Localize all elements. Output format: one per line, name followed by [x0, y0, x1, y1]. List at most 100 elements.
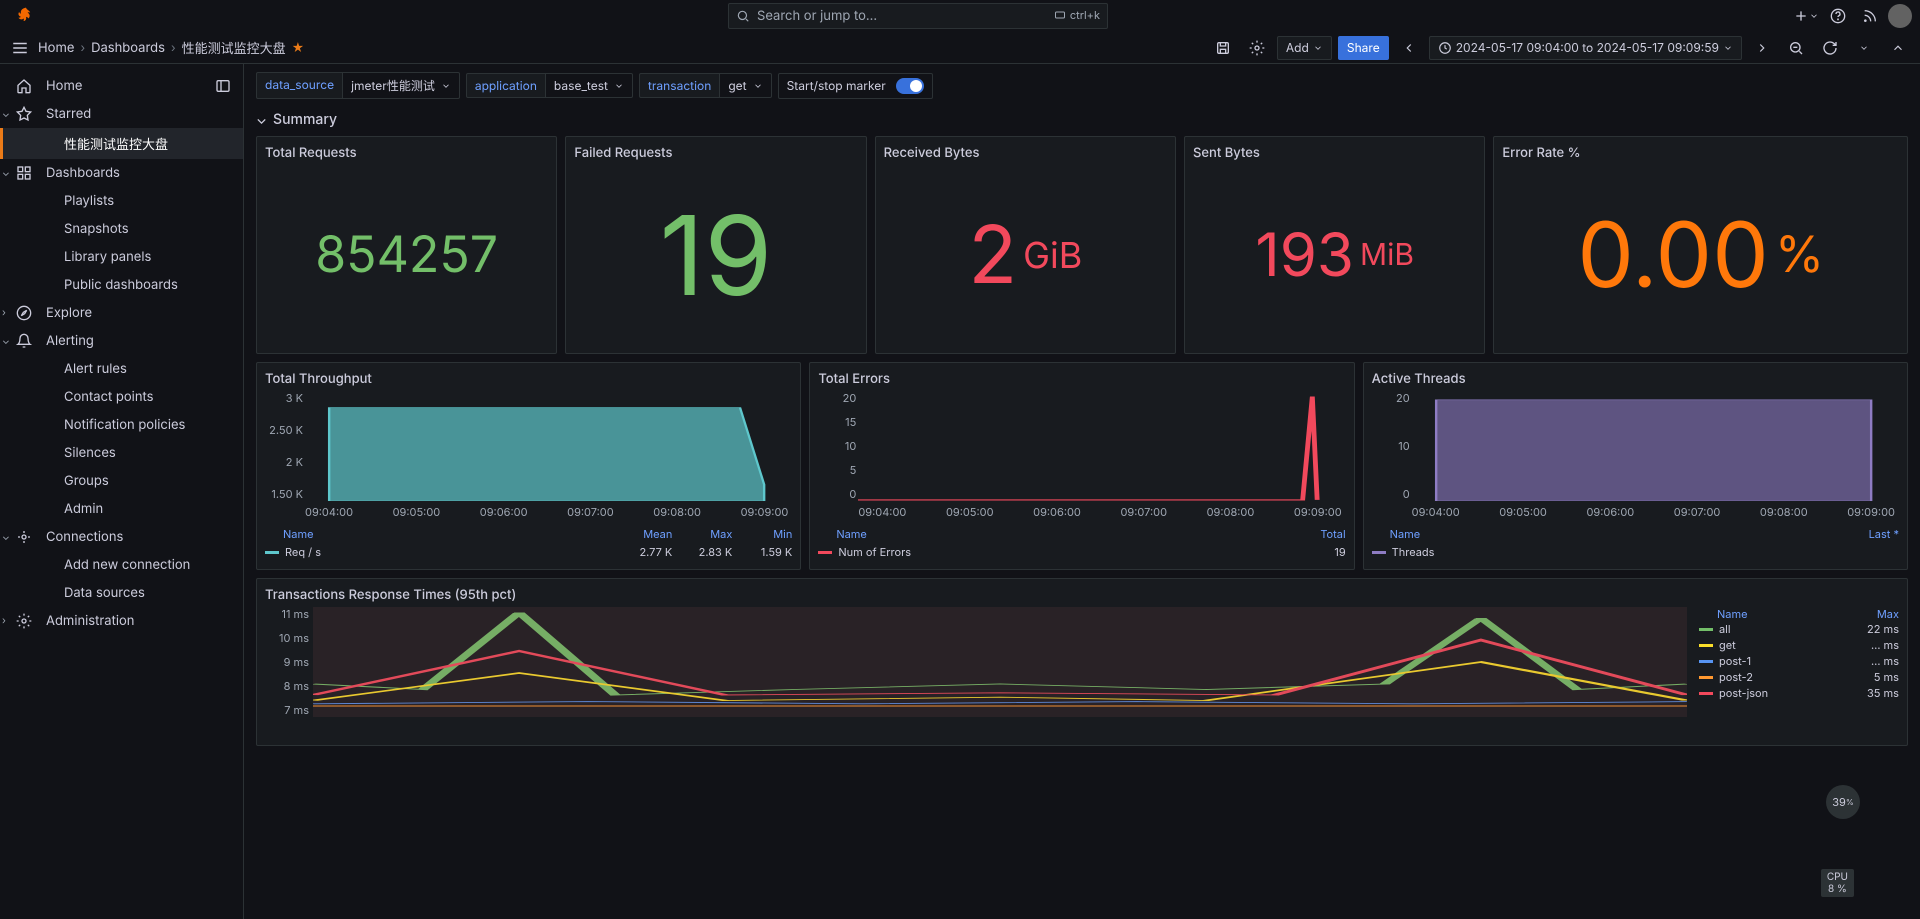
- nav-dashboards[interactable]: ⌄Dashboards: [0, 159, 243, 187]
- panel-received-bytes[interactable]: Received Bytes 2GiB: [875, 136, 1176, 354]
- chevron-down-icon: ⌄: [2, 335, 10, 347]
- panel-errors[interactable]: Total Errors 20151050 09:04:0009:05:0009…: [809, 362, 1354, 570]
- nav-alert-rules[interactable]: Alert rules: [0, 355, 243, 383]
- y-axis: 20100: [1372, 391, 1410, 501]
- sidebar-collapse-icon[interactable]: [215, 78, 231, 98]
- stat-unit: %: [1775, 225, 1824, 285]
- chevron-down-icon: ⌄: [256, 111, 267, 128]
- nav-admin[interactable]: Admin: [0, 495, 243, 523]
- time-next-icon[interactable]: [1748, 34, 1776, 62]
- collapse-icon[interactable]: [1884, 34, 1912, 62]
- var-transaction[interactable]: get: [720, 73, 771, 98]
- legend-item[interactable]: post-1… ms: [1699, 653, 1899, 669]
- breadcrumb-dashboards[interactable]: Dashboards: [91, 40, 165, 56]
- var-data-source[interactable]: jmeter性能测试: [343, 72, 460, 99]
- y-axis: 20151050: [818, 391, 856, 501]
- legend-item[interactable]: get… ms: [1699, 637, 1899, 653]
- legend-item[interactable]: all22 ms: [1699, 621, 1899, 637]
- help-icon[interactable]: [1824, 2, 1852, 30]
- var-application-label: application: [466, 73, 546, 98]
- nav-data-sources[interactable]: Data sources: [0, 579, 243, 607]
- legend-item[interactable]: Threads: [1372, 543, 1899, 561]
- y-axis: 3 K2.50 K2 K1.50 K: [265, 391, 303, 501]
- zoom-out-icon[interactable]: [1782, 34, 1810, 62]
- stat-value: 2: [968, 215, 1017, 295]
- nav-notification-policies[interactable]: Notification policies: [0, 411, 243, 439]
- nav-snapshots[interactable]: Snapshots: [0, 215, 243, 243]
- var-startstop[interactable]: Start/stop marker: [778, 73, 933, 99]
- star-icon: [16, 106, 32, 122]
- bell-icon: [16, 333, 32, 349]
- home-icon: [16, 78, 32, 94]
- panel-throughput[interactable]: Total Throughput 3 K2.50 K2 K1.50 K 09:0…: [256, 362, 801, 570]
- stat-value: 0.00: [1577, 210, 1769, 300]
- search-icon: [736, 9, 750, 26]
- chevron-right-icon: ›: [2, 307, 6, 319]
- nav-groups[interactable]: Groups: [0, 467, 243, 495]
- nav-add-connection[interactable]: Add new connection: [0, 551, 243, 579]
- refresh-icon[interactable]: [1816, 34, 1844, 62]
- user-avatar[interactable]: [1888, 4, 1912, 28]
- x-axis: 09:04:0009:05:0009:06:0009:07:0009:08:00…: [858, 505, 1341, 521]
- save-icon[interactable]: [1209, 34, 1237, 62]
- nav-administration[interactable]: ›Administration: [0, 607, 243, 635]
- chevron-down-icon: ⌄: [2, 167, 10, 179]
- panel-error-rate[interactable]: Error Rate % 0.00%: [1493, 136, 1908, 354]
- legend-item[interactable]: Req / s2.77 K2.83 K1.59 K: [265, 543, 792, 561]
- nav-sidebar: Home ⌄Starred 性能测试监控大盘 ⌄Dashboards Playl…: [0, 64, 244, 919]
- chevron-down-icon: ⌄: [2, 108, 10, 120]
- breadcrumb-home[interactable]: Home: [38, 40, 74, 56]
- legend-item[interactable]: post-25 ms: [1699, 669, 1899, 685]
- y-axis: 11 ms10 ms9 ms8 ms7 ms: [265, 607, 309, 717]
- menu-toggle-icon[interactable]: [8, 36, 32, 60]
- nav-home[interactable]: Home: [0, 72, 243, 100]
- settings-icon[interactable]: [1243, 34, 1271, 62]
- nav-library-panels[interactable]: Library panels: [0, 243, 243, 271]
- nav-starred[interactable]: ⌄Starred: [0, 100, 243, 128]
- panel-failed-requests[interactable]: Failed Requests 19: [565, 136, 866, 354]
- legend-item[interactable]: post-json35 ms: [1699, 685, 1899, 701]
- x-axis: 09:04:0009:05:0009:06:0009:07:0009:08:00…: [305, 505, 788, 521]
- stat-unit: MiB: [1360, 237, 1414, 273]
- nav-starred-item[interactable]: 性能测试监控大盘: [0, 128, 243, 159]
- panel-total-requests[interactable]: Total Requests 854257: [256, 136, 557, 354]
- panel-response-times[interactable]: Transactions Response Times (95th pct) 1…: [256, 578, 1908, 746]
- grafana-logo: [16, 6, 36, 26]
- nav-alerting[interactable]: ⌄Alerting: [0, 327, 243, 355]
- global-search[interactable]: Search or jump to...: [728, 3, 1108, 29]
- legend-item[interactable]: Num of Errors19: [818, 543, 1345, 561]
- share-button[interactable]: Share: [1338, 36, 1389, 60]
- refresh-interval-icon[interactable]: [1850, 34, 1878, 62]
- nav-connections[interactable]: ⌄Connections: [0, 523, 243, 551]
- star-icon[interactable]: ★: [292, 40, 305, 55]
- nav-contact-points[interactable]: Contact points: [0, 383, 243, 411]
- chevron-right-icon: ›: [171, 40, 176, 55]
- panel-sent-bytes[interactable]: Sent Bytes 193MiB: [1184, 136, 1485, 354]
- perf-badge[interactable]: 39%: [1826, 785, 1860, 819]
- rss-icon[interactable]: [1856, 2, 1884, 30]
- time-range-picker[interactable]: 2024-05-17 09:04:00 to 2024-05-17 09:09:…: [1429, 36, 1742, 60]
- row-summary-toggle[interactable]: ⌄Summary: [256, 111, 1908, 128]
- stat-unit: GiB: [1023, 233, 1082, 277]
- add-icon[interactable]: [1792, 2, 1820, 30]
- compass-icon: [16, 305, 32, 321]
- breadcrumb-current: 性能测试监控大盘: [182, 38, 286, 57]
- nav-playlists[interactable]: Playlists: [0, 187, 243, 215]
- chevron-right-icon: ›: [2, 615, 6, 627]
- add-button[interactable]: Add: [1277, 36, 1332, 60]
- time-prev-icon[interactable]: [1395, 34, 1423, 62]
- search-shortcut: ctrl+k: [1054, 8, 1100, 22]
- chevron-down-icon: ⌄: [2, 531, 10, 543]
- stat-value: 193: [1255, 225, 1354, 285]
- toggle-switch[interactable]: [896, 78, 924, 94]
- var-application[interactable]: base_test: [546, 73, 633, 98]
- nav-silences[interactable]: Silences: [0, 439, 243, 467]
- panel-threads[interactable]: Active Threads 20100 09:04:0009:05:0009:…: [1363, 362, 1908, 570]
- var-transaction-label: transaction: [639, 73, 720, 98]
- nav-public-dashboards[interactable]: Public dashboards: [0, 271, 243, 299]
- var-data-source-label: data_source: [256, 72, 343, 99]
- apps-icon: [16, 165, 32, 181]
- nav-explore[interactable]: ›Explore: [0, 299, 243, 327]
- gear-icon: [16, 613, 32, 629]
- chevron-right-icon: ›: [80, 40, 85, 55]
